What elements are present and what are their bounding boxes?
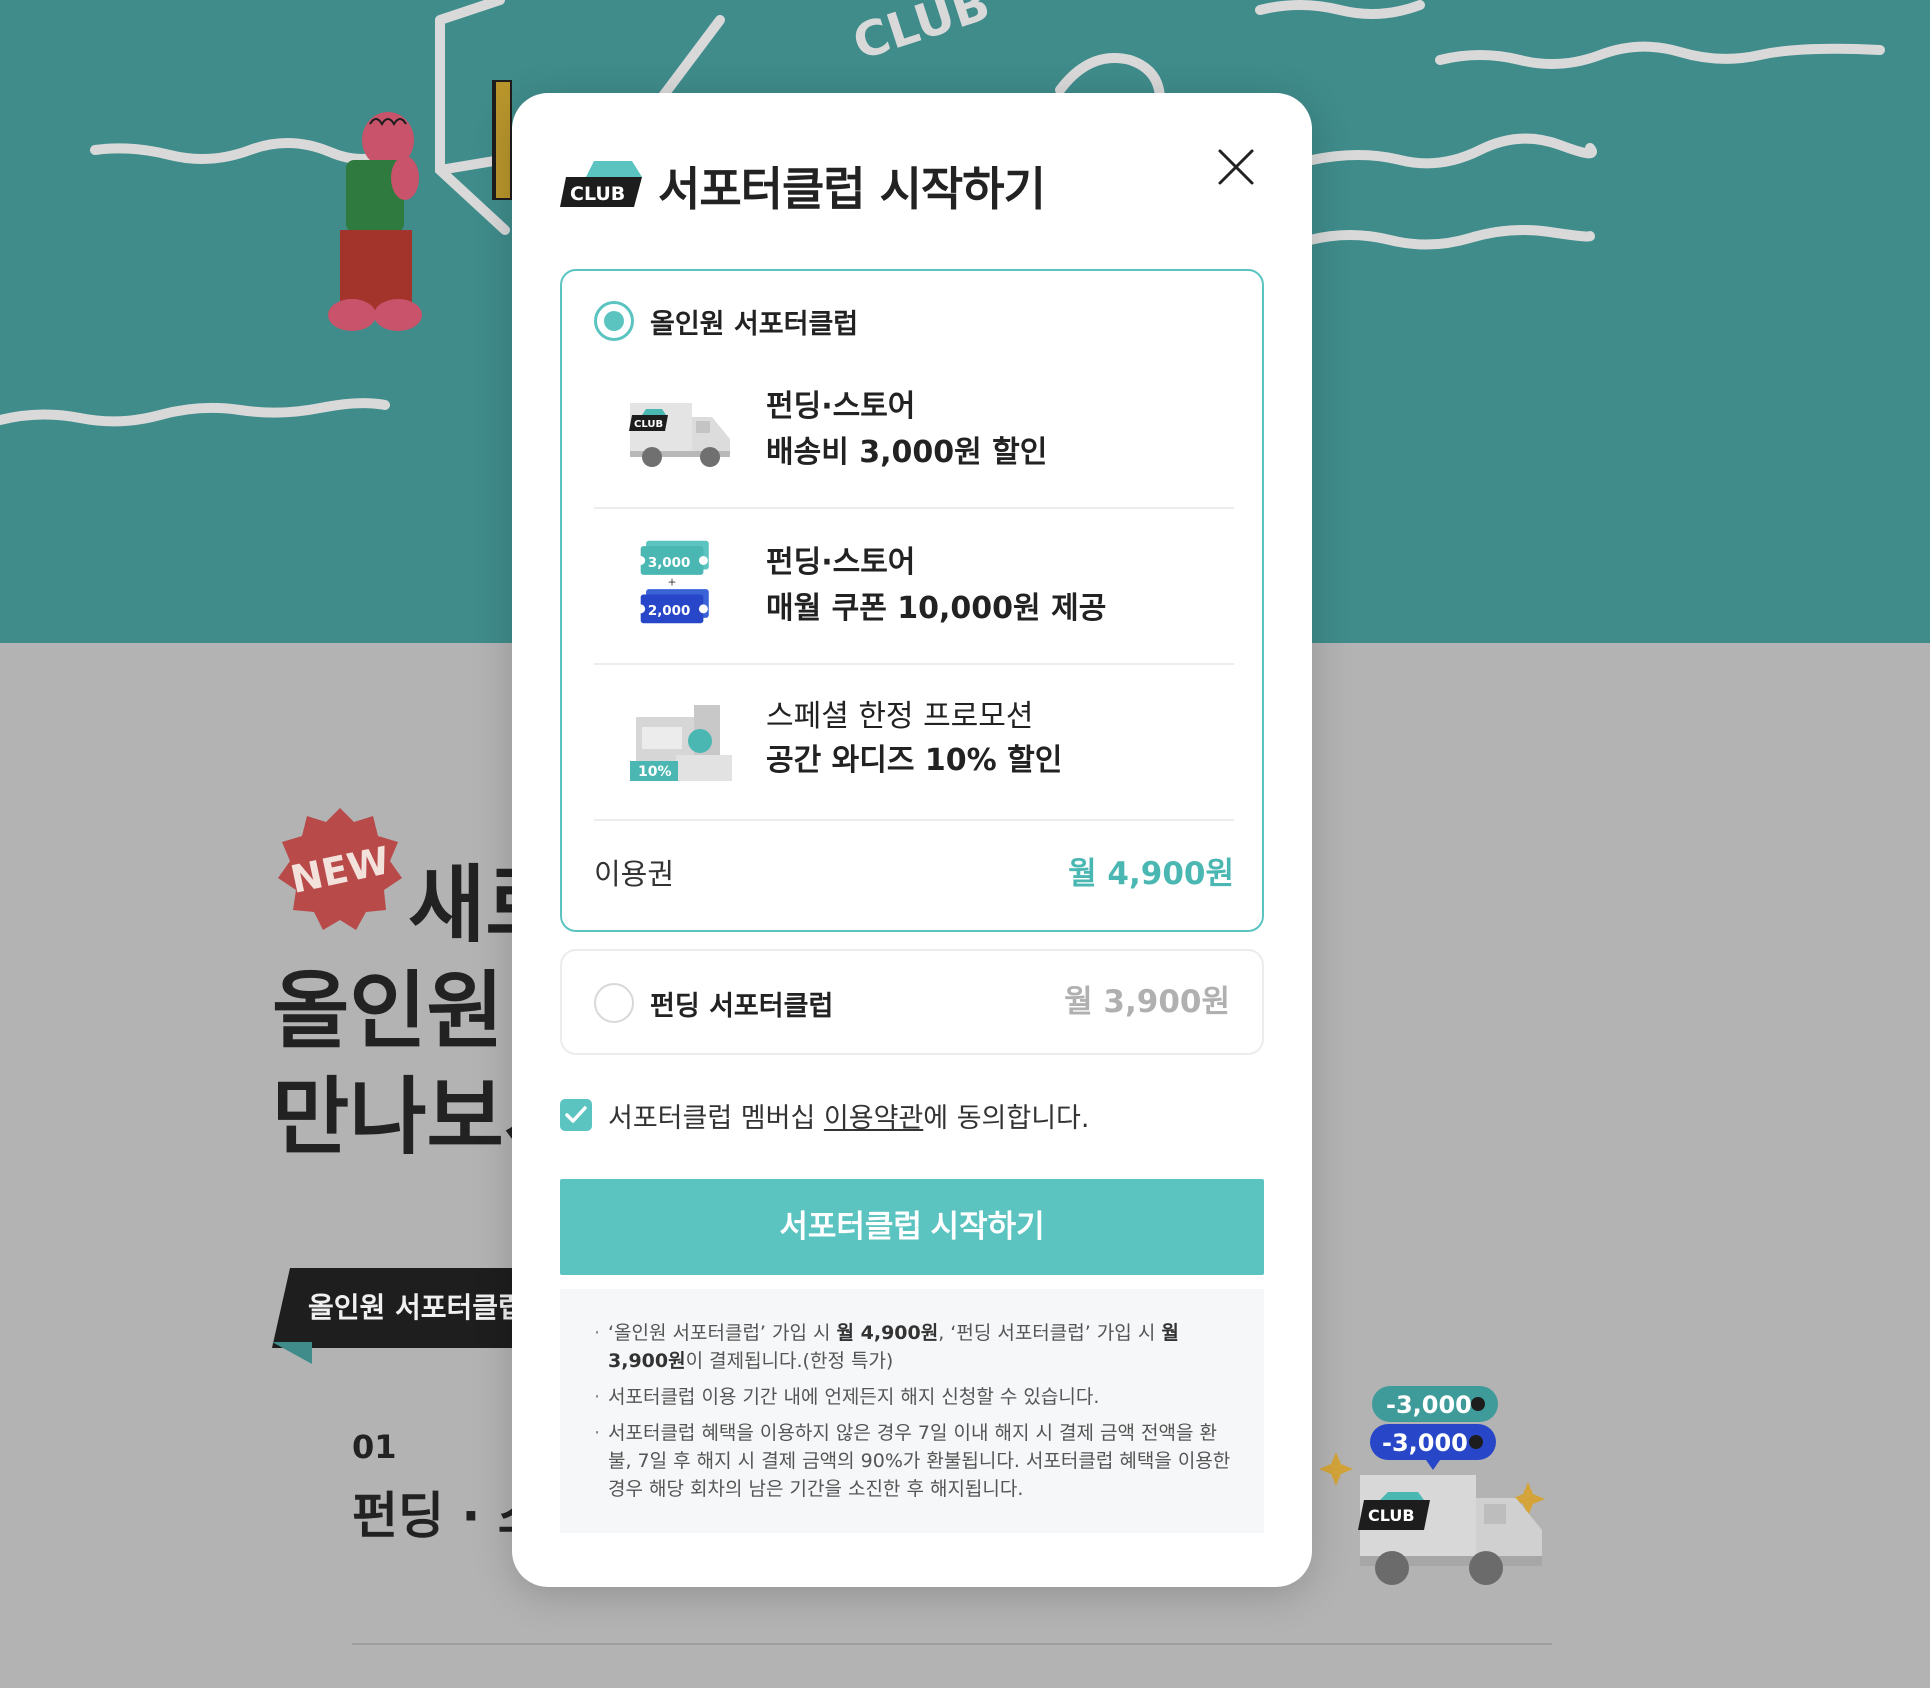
hero-club-text: CLUB xyxy=(846,0,996,71)
new-badge-label: NEW xyxy=(286,838,394,902)
terms-text: 서포터클럽 멤버십 이용약관에 동의합니다. xyxy=(608,1096,1089,1135)
notice-item: ‘올인원 서포터클럽’ 가입 시 월 4,900원, ‘펀딩 서포터클럽’ 가입… xyxy=(594,1319,1232,1375)
deco-truck-label: CLUB xyxy=(1368,1506,1415,1525)
benefit-divider xyxy=(594,663,1234,665)
deco-coupon-1: -3,000 xyxy=(1386,1391,1472,1419)
deco-coupon-2: -3,000 xyxy=(1382,1429,1468,1457)
plan-funding-header[interactable]: 펀딩 서포터클럽 xyxy=(594,983,833,1023)
coupon-icon: 3,000 + 2,000 xyxy=(636,540,709,624)
plan-allinone-header[interactable]: 올인원 서포터클럽 xyxy=(594,301,858,341)
svg-text:+: + xyxy=(668,576,677,589)
coupon-b-label: 2,000 xyxy=(648,604,690,619)
plan-option-allinone[interactable]: 올인원 서포터클럽 CLUB 펀딩·스토어 배송비 3,000원 할인 3,00… xyxy=(560,269,1264,932)
benefit-2-line-2: 매월 쿠폰 10,000원 제공 xyxy=(766,591,1107,626)
plan-option-funding[interactable]: 펀딩 서포터클럽 월 3,900원 xyxy=(560,949,1264,1055)
club-logo-text: CLUB xyxy=(570,183,625,205)
notice-text: , ‘펀딩 서포터클럽’ 가입 시 xyxy=(938,1322,1162,1344)
close-button[interactable] xyxy=(1212,143,1260,191)
benefit-3-line-1: 스페셜 한정 프로모션 xyxy=(766,699,1034,734)
close-icon xyxy=(1218,149,1254,185)
notice-text: ‘올인원 서포터클럽’ 가입 시 xyxy=(608,1322,837,1344)
plan-ribbon-label: 올인원 서포터클럽 xyxy=(272,1268,532,1348)
ribbon-tail-shape xyxy=(272,1342,312,1364)
benefit-delivery-discount: CLUB 펀딩·스토어 배송비 3,000원 할인 xyxy=(594,355,1234,511)
notice-item: 서포터클럽 이용 기간 내에 언제든지 해지 신청할 수 있습니다. xyxy=(594,1383,1232,1411)
benefit-1-line-1: 펀딩·스토어 xyxy=(766,389,916,424)
section-divider xyxy=(352,1643,1552,1645)
coupon-a-label: 3,000 xyxy=(648,556,690,571)
notice-box: ‘올인원 서포터클럽’ 가입 시 월 4,900원, ‘펀딩 서포터클럽’ 가입… xyxy=(560,1289,1264,1533)
benefit-divider xyxy=(594,507,1234,509)
notice-item: 서포터클럽 혜택을 이용하지 않은 경우 7일 이내 해지 시 결제 금액 전액… xyxy=(594,1419,1232,1503)
delivery-truck-icon: CLUB xyxy=(629,403,730,467)
new-badge: NEW xyxy=(276,806,404,934)
terms-agreement: 서포터클럽 멤버십 이용약관에 동의합니다. xyxy=(560,1096,1089,1135)
section-number: 01 xyxy=(352,1428,397,1466)
terms-text-prefix: 서포터클럽 멤버십 xyxy=(608,1102,824,1134)
headline-line-2: 올인원 xyxy=(272,962,504,1060)
benefit-divider xyxy=(594,819,1234,821)
notice-price-allinone: 월 4,900원 xyxy=(836,1322,939,1344)
plan-funding-price: 월 3,900원 xyxy=(1064,984,1230,1020)
plan-allinone-radio[interactable] xyxy=(594,301,634,341)
plan-allinone-name: 올인원 서포터클럽 xyxy=(650,308,859,340)
space-wadiz-icon: 10% xyxy=(630,705,732,781)
plan-funding-radio[interactable] xyxy=(594,983,634,1023)
club-logo-icon: CLUB xyxy=(560,161,642,207)
plan-allinone-price: 월 4,900원 xyxy=(1068,856,1234,892)
supporter-club-modal: CLUB 서포터클럽 시작하기 올인원 서포터클럽 CLUB 펀딩·스토어 배송… xyxy=(512,93,1312,1587)
plan-funding-name: 펀딩 서포터클럽 xyxy=(650,990,834,1022)
space-icon-label: 10% xyxy=(638,764,672,780)
truck-coupon-illustration: -3,000 -3,000 CLUB xyxy=(1318,1380,1568,1600)
terms-text-suffix: 에 동의합니다. xyxy=(923,1102,1090,1134)
benefit-3-line-2: 공간 와디즈 10% 할인 xyxy=(766,743,1063,778)
plan-allinone-price-row: 이용권 월 4,900원 xyxy=(594,849,1234,899)
benefit-monthly-coupon: 3,000 + 2,000 펀딩·스토어 매월 쿠폰 10,000원 제공 xyxy=(594,511,1234,667)
benefit-2-line-1: 펀딩·스토어 xyxy=(766,545,916,580)
notice-text: 이 결제됩니다.(한정 특가) xyxy=(685,1350,894,1372)
price-label: 이용권 xyxy=(594,857,675,891)
benefit-space-wadiz: 10% 스페셜 한정 프로모션 공간 와디즈 10% 할인 xyxy=(594,667,1234,823)
check-icon xyxy=(565,1106,587,1123)
modal-title: 서포터클럽 시작하기 xyxy=(658,162,1046,216)
benefit-1-line-2: 배송비 3,000원 할인 xyxy=(766,435,1048,470)
terms-link[interactable]: 이용약관 xyxy=(824,1103,923,1134)
start-club-button[interactable]: 서포터클럽 시작하기 xyxy=(560,1179,1264,1275)
truck-icon-label: CLUB xyxy=(634,419,663,430)
terms-checkbox[interactable] xyxy=(560,1099,592,1131)
